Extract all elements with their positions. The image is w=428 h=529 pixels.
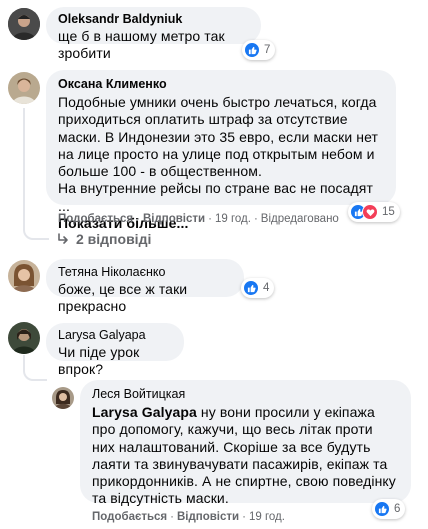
reaction-count[interactable]: 7 [242,40,276,60]
reaction-count[interactable]: 15 [348,202,400,222]
like-icon [244,42,260,58]
reply-action[interactable]: Відповісти [177,511,239,523]
like-icon [374,501,390,517]
comment-time[interactable]: 19 год. [215,213,251,225]
avatar-photo [8,322,40,354]
heart-icon [362,204,378,220]
avatar[interactable] [8,72,40,104]
like-action[interactable]: Подобається [58,213,133,225]
avatar[interactable] [52,387,74,409]
view-replies-link[interactable]: 2 відповіді [56,231,151,247]
comment-actions: Подобається · Відповісти · 19 год. [92,511,285,523]
reaction-count-value: 4 [263,282,270,294]
comment-bubble: Леся Войтицкая Larysa Galyapa ну вони пр… [80,380,411,506]
comment-bubble: Тетяна Ніколаєнко боже, це все ж таки пр… [46,259,244,314]
avatar[interactable] [8,260,40,292]
reaction-count-value: 6 [394,503,401,515]
comment-author[interactable]: Larysa Galyapa [58,327,172,343]
avatar-photo [52,387,74,409]
edited-label: Відредаговано [260,213,339,225]
comment-actions: Подобається · Відповісти · 19 год. · Відредаго… [58,213,339,225]
comment-text: ще б в нашому метро так зробити [58,28,225,62]
avatar[interactable] [8,8,40,40]
like-icon [243,280,259,296]
thread-line [23,108,25,228]
mention-link[interactable]: Larysa Galyapa [92,404,197,420]
comment-author[interactable]: Оксана Клименко [58,76,384,92]
comment-bubble: Оксана Клименко Подобные умники очень бы… [46,70,396,231]
thread-line-branch [23,226,49,240]
reaction-count-value: 15 [382,206,395,218]
avatar[interactable] [8,322,40,354]
avatar-photo [8,8,40,40]
like-action[interactable]: Подобається [92,511,167,523]
thread-line-branch [23,355,47,381]
comment-author[interactable]: Oleksandr Baldyniuk [58,11,249,27]
comment-author[interactable]: Леся Войтицкая [92,386,399,402]
comment-author[interactable]: Тетяна Ніколаєнко [58,264,232,280]
reply-action[interactable]: Відповісти [143,213,205,225]
comment-time[interactable]: 19 год. [249,511,285,523]
reply-arrow-icon [58,233,68,244]
comment-bubble: Larysa Galyapa Чи піде урок впрок? [46,323,184,377]
replies-link-label: 2 відповіді [76,231,152,247]
reaction-count[interactable]: 4 [241,278,275,298]
avatar-photo [8,260,40,292]
comment-bubble: Oleksandr Baldyniuk ще б в нашому метро … [46,7,261,61]
comment-text: боже, це все ж таки прекрасно [58,281,188,315]
reaction-count[interactable]: 6 [372,499,406,519]
comment-text: Larysa Galyapa ну вони просили у екіпажа… [92,404,399,508]
comment-text: Подобные умники очень быстро лечаться, к… [58,94,379,214]
reaction-count-value: 7 [264,44,271,56]
avatar-photo [8,72,40,104]
comment-text: Чи піде урок впрок? [58,344,140,378]
